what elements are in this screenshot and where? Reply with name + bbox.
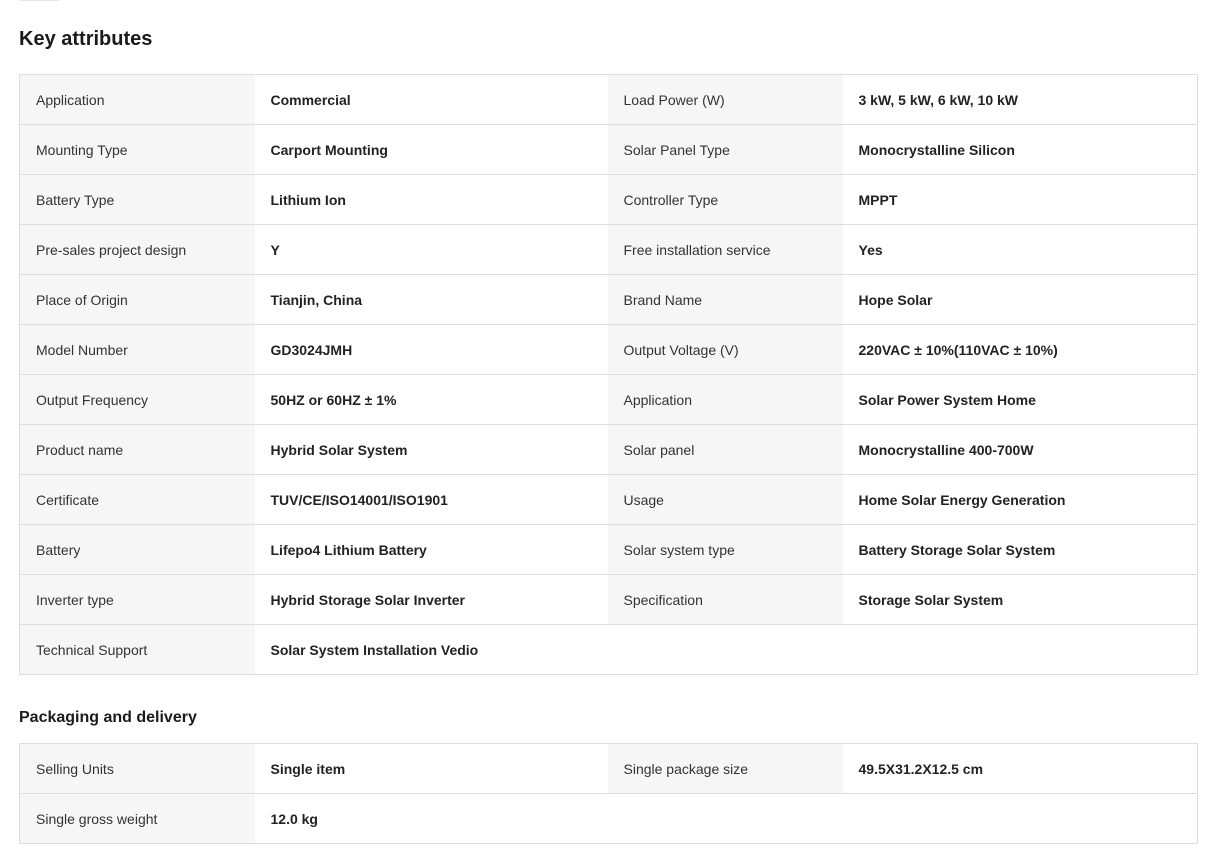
key-attributes-title: Key attributes [19, 28, 153, 50]
packaging-delivery-title: Packaging and delivery [19, 709, 197, 726]
attribute-label: Product name [19, 424, 255, 475]
attribute-value: Lithium Ion [254, 174, 608, 225]
attribute-value: Carport Mounting [254, 124, 608, 175]
empty-cell [842, 624, 1198, 675]
attribute-value: Hybrid Storage Solar Inverter [254, 574, 608, 625]
attribute-value: 12.0 kg [254, 793, 608, 844]
attribute-value: Solar System Installation Vedio [254, 624, 608, 675]
attribute-row: Model Number GD3024JMH Output Voltage (V) 2… [19, 324, 1198, 375]
attribute-value: TUV/CE/ISO14001/ISO1901 [254, 474, 608, 525]
attribute-label: Specification [607, 574, 843, 625]
attribute-row: Technical Support Solar System Installati… [19, 624, 1198, 675]
attribute-label: Application [19, 74, 255, 125]
attribute-label: Single package size [607, 743, 843, 794]
attribute-label: Mounting Type [19, 124, 255, 175]
attribute-label: Solar panel [607, 424, 843, 475]
attribute-label: Brand Name [607, 274, 843, 325]
attribute-row: Place of Origin Tianjin, China Brand Name H… [19, 274, 1198, 325]
attribute-value: Yes [842, 224, 1198, 275]
attribute-value: Battery Storage Solar System [842, 524, 1198, 575]
attribute-label: Output Frequency [19, 374, 255, 425]
attribute-value: Monocrystalline Silicon [842, 124, 1198, 175]
attribute-label: Solar system type [607, 524, 843, 575]
attribute-row: Battery Type Lithium Ion Controller Type MP… [19, 174, 1198, 225]
empty-cell [842, 793, 1198, 844]
key-attributes-table: Application Commercial Load Power (W) 3 kW,… [19, 74, 1198, 675]
empty-cell [607, 793, 843, 844]
attribute-row: Mounting Type Carport Mounting Solar Panel… [19, 124, 1198, 175]
attribute-row: Certificate TUV/CE/ISO14001/ISO1901 Usage H… [19, 474, 1198, 525]
attribute-value: 3 kW, 5 kW, 6 kW, 10 kW [842, 74, 1198, 125]
attribute-label: Model Number [19, 324, 255, 375]
attribute-row: Output Frequency 50HZ or 60HZ ± 1% Applica… [19, 374, 1198, 425]
attribute-row: Single gross weight 12.0 kg [19, 793, 1198, 844]
top-divider [19, 0, 59, 1]
attribute-value: Single item [254, 743, 608, 794]
attribute-label: Battery [19, 524, 255, 575]
attribute-value: Solar Power System Home [842, 374, 1198, 425]
attribute-label: Certificate [19, 474, 255, 525]
attribute-label: Solar Panel Type [607, 124, 843, 175]
attribute-row: Inverter type Hybrid Storage Solar Invert… [19, 574, 1198, 625]
attribute-value: 50HZ or 60HZ ± 1% [254, 374, 608, 425]
attribute-value: 220VAC ± 10%(110VAC ± 10%) [842, 324, 1198, 375]
attribute-row: Application Commercial Load Power (W) 3 kW,… [19, 74, 1198, 125]
attribute-value: Hybrid Solar System [254, 424, 608, 475]
attribute-row: Pre-sales project design Y Free installati… [19, 224, 1198, 275]
attribute-label: Battery Type [19, 174, 255, 225]
attribute-label: Usage [607, 474, 843, 525]
attribute-value: Hope Solar [842, 274, 1198, 325]
empty-cell [607, 624, 843, 675]
attribute-value: Tianjin, China [254, 274, 608, 325]
attribute-value: Home Solar Energy Generation [842, 474, 1198, 525]
attribute-label: Place of Origin [19, 274, 255, 325]
attribute-label: Technical Support [19, 624, 255, 675]
packaging-delivery-table: Selling Units Single item Single package s… [19, 743, 1198, 844]
attribute-label: Load Power (W) [607, 74, 843, 125]
attribute-value: GD3024JMH [254, 324, 608, 375]
attribute-label: Controller Type [607, 174, 843, 225]
attribute-label: Output Voltage (V) [607, 324, 843, 375]
attribute-label: Inverter type [19, 574, 255, 625]
attribute-value: Monocrystalline 400-700W [842, 424, 1198, 475]
attribute-label: Single gross weight [19, 793, 255, 844]
attribute-label: Pre-sales project design [19, 224, 255, 275]
attribute-value: 49.5X31.2X12.5 cm [842, 743, 1198, 794]
attribute-row: Selling Units Single item Single package s… [19, 743, 1198, 794]
attribute-row: Battery Lifepo4 Lithium Battery Solar syst… [19, 524, 1198, 575]
attribute-value: MPPT [842, 174, 1198, 225]
attribute-row: Product name Hybrid Solar System Solar pan… [19, 424, 1198, 475]
attribute-label: Free installation service [607, 224, 843, 275]
attribute-label: Application [607, 374, 843, 425]
attribute-value: Storage Solar System [842, 574, 1198, 625]
attribute-value: Lifepo4 Lithium Battery [254, 524, 608, 575]
attribute-value: Y [254, 224, 608, 275]
attribute-value: Commercial [254, 74, 608, 125]
attribute-label: Selling Units [19, 743, 255, 794]
